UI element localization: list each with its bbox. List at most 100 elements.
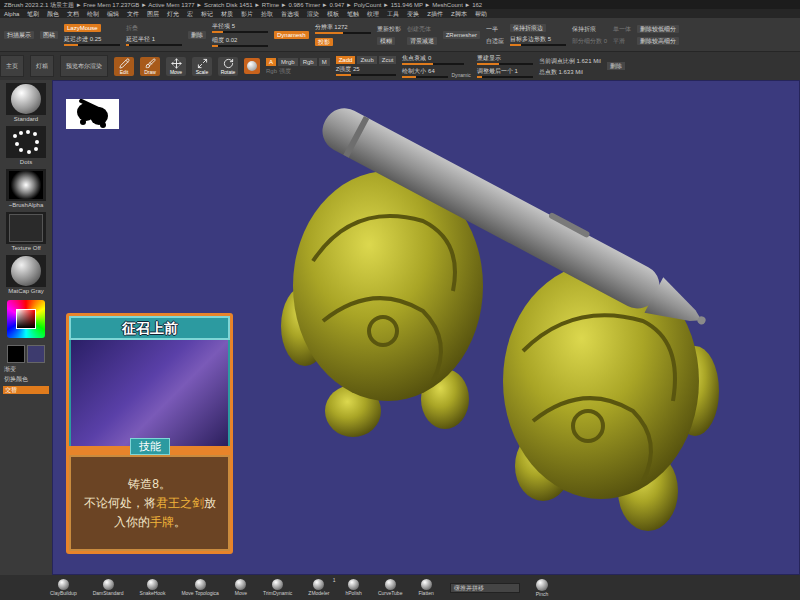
tool-button[interactable]: LazyMouse xyxy=(64,24,101,32)
tray-item[interactable]: Dots xyxy=(6,126,46,166)
brush-shortcut[interactable]: TrimDynamic xyxy=(263,579,292,596)
menu-item[interactable]: 拾取 xyxy=(261,10,273,18)
menu-item[interactable]: 工具 xyxy=(387,10,399,18)
menu-item[interactable]: 文件 xyxy=(127,10,139,18)
brush-shortcut[interactable]: Move Topologica xyxy=(181,579,218,596)
menu-item[interactable]: 笔刷 xyxy=(27,10,39,18)
tool-button[interactable]: Dynamesh xyxy=(274,31,309,39)
brush-shortcut[interactable]: hPolish xyxy=(345,579,361,596)
switch-color[interactable]: 切换颜色 xyxy=(0,376,28,383)
tool-label[interactable]: 平滑 xyxy=(613,37,625,45)
brush-shortcut[interactable]: ZModeler1 xyxy=(308,579,329,596)
display-slider[interactable]: 重建显示 xyxy=(477,55,533,65)
z-mode-button[interactable]: Zcut xyxy=(379,56,397,64)
brush-shortcut[interactable]: Move xyxy=(235,579,247,596)
mode-button[interactable]: Move xyxy=(166,57,186,76)
tool-label[interactable]: 创建壳体 xyxy=(407,25,431,33)
slider[interactable]: 目标多边形数 5 xyxy=(510,36,566,46)
brush-shortcut[interactable]: ClayBuildup xyxy=(50,579,77,596)
alternate-button[interactable]: 交替 xyxy=(3,386,49,394)
shelf-button[interactable]: 灯箱 xyxy=(30,55,54,77)
menu-item[interactable]: Z插件 xyxy=(427,10,443,18)
tool-label[interactable]: 折叠 xyxy=(126,24,138,32)
tool-label[interactable]: 一半 xyxy=(486,25,498,33)
channel-button[interactable]: Rgb xyxy=(300,58,317,66)
menu-item[interactable]: 宏 xyxy=(187,10,193,18)
tool-button[interactable]: 保持折痕边 xyxy=(510,24,546,32)
dynamic-toggle[interactable]: Dynamic xyxy=(451,72,470,78)
tool-button[interactable]: 模糊 xyxy=(377,37,395,45)
tool-label[interactable]: 自适应 xyxy=(486,37,504,45)
z-intensity-slider[interactable]: Z强度 25 xyxy=(336,66,396,76)
color-swatch[interactable] xyxy=(27,345,45,363)
tool-button[interactable]: 删除较高细分 xyxy=(637,37,679,45)
menu-item[interactable]: 文档 xyxy=(67,10,79,18)
menu-item[interactable]: 编辑 xyxy=(107,10,119,18)
menu-item[interactable]: 材质 xyxy=(221,10,233,18)
slider[interactable]: 分辨率 1272 xyxy=(315,24,371,34)
channel-button[interactable]: M xyxy=(319,58,330,66)
tool-button[interactable]: 扫描展示 xyxy=(4,31,34,39)
menu-item[interactable]: 变换 xyxy=(407,10,419,18)
focal-shift-slider[interactable]: 焦点衰减 0 xyxy=(402,55,464,65)
mode-button[interactable]: Draw xyxy=(140,57,160,76)
tool-button[interactable]: ZRemesher xyxy=(443,31,480,39)
tray-item[interactable]: MatCap Gray xyxy=(6,255,46,295)
tray-item[interactable]: Texture Off xyxy=(6,212,46,252)
rgb-intensity[interactable]: Rgb 强度 xyxy=(266,68,330,75)
slider[interactable]: 细度 0.02 xyxy=(212,37,268,47)
delete-button[interactable]: 删除 xyxy=(607,62,625,70)
shelf-button[interactable]: 预览布尔渲染 xyxy=(60,55,108,77)
tool-label[interactable]: 单一体 xyxy=(613,25,631,33)
z-mode-button[interactable]: Zadd xyxy=(336,56,356,64)
menu-item[interactable]: 纹理 xyxy=(367,10,379,18)
menu-item[interactable]: 笔触 xyxy=(347,10,359,18)
slider[interactable]: 半径项 5 xyxy=(212,23,268,33)
canvas[interactable]: 征召上前技能铸造8。不论何处，将君王之剑放入你的手牌。 xyxy=(52,80,800,575)
menu-item[interactable]: 标记 xyxy=(201,10,213,18)
brush-shortcut[interactable]: Flatten xyxy=(418,579,433,596)
color-swatch[interactable] xyxy=(7,345,25,363)
shelf-button[interactable]: 主页 xyxy=(0,55,24,77)
display-slider[interactable]: 调整最后一个 1 xyxy=(477,68,533,78)
tool-button[interactable]: 图稿 xyxy=(40,31,58,39)
brush-shortcut[interactable]: CurveTube xyxy=(378,579,403,596)
slider[interactable]: 延迟步进 0.25 xyxy=(64,36,120,46)
menu-item[interactable]: 绘制 xyxy=(87,10,99,18)
menu-item[interactable]: 图层 xyxy=(147,10,159,18)
menu-item[interactable]: 灯光 xyxy=(167,10,179,18)
stroke-dropdown[interactable]: 缓推并拼移 xyxy=(450,583,520,593)
brush-shortcut[interactable]: Pinch xyxy=(536,579,549,597)
menu-item[interactable]: 渲染 xyxy=(307,10,319,18)
tool-label[interactable]: 保持折痕 xyxy=(572,25,596,33)
channel-button[interactable]: A xyxy=(266,58,276,66)
tool-button[interactable]: 背景减退 xyxy=(407,37,437,45)
menu-item[interactable]: 颜色 xyxy=(47,10,59,18)
tool-button[interactable]: 投影 xyxy=(315,38,333,46)
slider[interactable]: 延迟半径 1 xyxy=(126,36,182,46)
gradient-label[interactable]: 渐变 xyxy=(0,366,16,373)
mode-button[interactable]: Scale xyxy=(192,57,212,76)
menu-item[interactable]: Z脚本 xyxy=(451,10,467,18)
tool-button[interactable]: 删除 xyxy=(188,31,206,39)
menu-item[interactable]: 帮助 xyxy=(475,10,487,18)
color-picker[interactable] xyxy=(7,300,45,338)
tool-label[interactable]: 部分细分数 0 xyxy=(572,37,607,45)
tray-item[interactable]: ~BrushAlpha xyxy=(6,169,46,209)
draw-size-slider[interactable]: 绘制大小 64 xyxy=(402,68,448,78)
mode-button[interactable]: Rotate xyxy=(218,57,238,76)
z-mode-button[interactable]: Zsub xyxy=(357,56,376,64)
material-icon[interactable] xyxy=(244,58,260,74)
brush-shortcut[interactable]: SnakeHook xyxy=(140,579,166,596)
brush-shortcut[interactable]: DamStandard xyxy=(93,579,124,596)
tool-button[interactable]: 删除较低细分 xyxy=(637,25,679,33)
menu-item[interactable]: Alpha xyxy=(4,10,19,18)
tool-label[interactable]: 重新投影 xyxy=(377,25,401,33)
channel-button[interactable]: Mrgb xyxy=(278,58,298,66)
mode-button[interactable]: Edit xyxy=(114,57,134,76)
menu-item[interactable]: 首选项 xyxy=(281,10,299,18)
menu-item[interactable]: 影片 xyxy=(241,10,253,18)
menu-item[interactable]: 模板 xyxy=(327,10,339,18)
game-card[interactable]: 征召上前技能铸造8。不论何处，将君王之剑放入你的手牌。 xyxy=(66,313,233,554)
tray-item[interactable]: Standard xyxy=(6,83,46,123)
